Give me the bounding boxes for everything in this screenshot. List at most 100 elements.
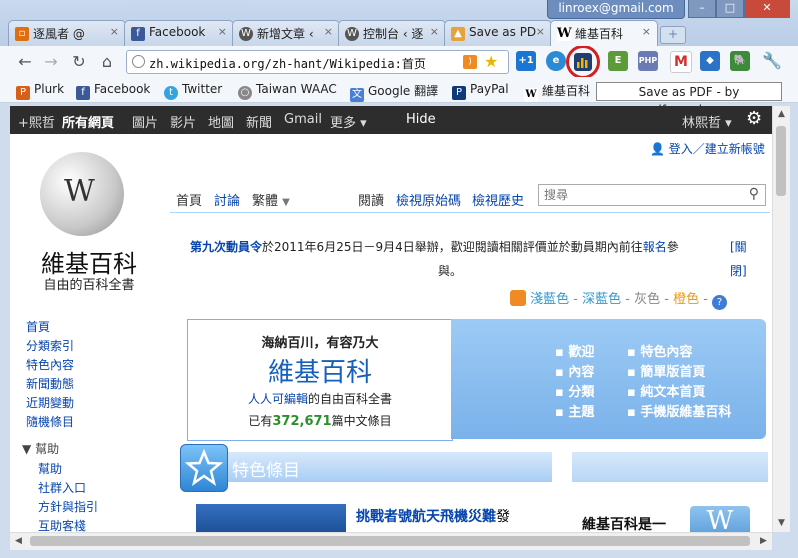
- skin-light-blue[interactable]: 淺藍色: [530, 292, 569, 307]
- search-icon[interactable]: ⚲: [749, 186, 759, 202]
- gbar-item-maps[interactable]: 地圖: [208, 112, 234, 131]
- close-window-button[interactable]: ✕: [744, 0, 790, 18]
- minimize-button[interactable]: –: [688, 0, 716, 18]
- vertical-scrollbar[interactable]: ▲ ▼: [772, 106, 790, 532]
- gbar-item-more[interactable]: 更多 ▾: [330, 112, 367, 131]
- sidebar-item-news[interactable]: 新聞動態: [26, 375, 74, 392]
- skin-dark-blue[interactable]: 深藍色: [582, 292, 621, 307]
- back-arrow-icon[interactable]: ←: [14, 51, 36, 73]
- bookmark-paypal[interactable]: P PayPal: [452, 82, 509, 100]
- gbar-item-web[interactable]: 所有網頁: [62, 112, 114, 131]
- portal-link-simple[interactable]: ▪ 簡單版首頁: [627, 361, 705, 380]
- gbar-item-profile[interactable]: +熙哲: [18, 112, 55, 131]
- portal-link-topics[interactable]: ▪ 主題: [555, 401, 594, 420]
- close-icon[interactable]: ×: [218, 25, 227, 38]
- bookmark-taiwan-waac[interactable]: ○ Taiwan WAAC: [238, 82, 337, 100]
- star-icon[interactable]: ★: [484, 52, 498, 71]
- tab-variant[interactable]: 繁體 ▼: [252, 190, 290, 209]
- sidebar-item-policies[interactable]: 方針與指引: [38, 498, 98, 515]
- portal-link-contents[interactable]: ▪ 內容: [555, 361, 594, 380]
- tab-5[interactable]: ▲ Save as PD ×: [444, 20, 552, 46]
- scroll-right-icon[interactable]: ▶: [756, 534, 771, 549]
- tab-history[interactable]: 檢視歷史: [472, 190, 524, 209]
- tab-view-source[interactable]: 檢視原始碼: [396, 190, 461, 209]
- sidebar-item-home[interactable]: 首頁: [26, 318, 50, 335]
- user-email-badge[interactable]: linroex@gmail.com: [547, 0, 685, 19]
- close-icon[interactable]: ×: [110, 25, 119, 38]
- wrench-icon[interactable]: 🔧: [762, 51, 782, 71]
- forward-arrow-icon[interactable]: →: [40, 51, 62, 73]
- hscroll-thumb[interactable]: [30, 536, 750, 546]
- evernote-clip-icon[interactable]: E: [608, 51, 628, 71]
- bookmark-twitter[interactable]: t Twitter: [164, 82, 222, 100]
- gbar-item-images[interactable]: 圖片: [132, 112, 158, 131]
- scroll-left-icon[interactable]: ◀: [11, 534, 26, 549]
- tab-read[interactable]: 閱讀: [358, 190, 384, 209]
- gmail-icon[interactable]: M: [670, 51, 692, 73]
- tab-2[interactable]: f Facebook ×: [124, 20, 234, 46]
- maximize-button[interactable]: □: [716, 0, 744, 18]
- search-box[interactable]: ⚲: [538, 184, 766, 206]
- sidebar-item-community[interactable]: 社群入口: [38, 479, 86, 496]
- gbar-item-news[interactable]: 新聞: [246, 112, 272, 131]
- new-tab-button[interactable]: +: [660, 26, 686, 44]
- portal-link-mobile[interactable]: ▪ 手機版維基百科: [627, 401, 731, 420]
- sidebar-item-help[interactable]: 幫助: [38, 460, 62, 477]
- close-icon[interactable]: ×: [642, 25, 651, 38]
- gear-icon[interactable]: ⚙: [746, 108, 762, 129]
- tab-1[interactable]: ▫ 逐風者 @ ×: [8, 20, 126, 46]
- internet-explorer-icon[interactable]: e: [546, 51, 566, 71]
- portal-link-featured[interactable]: ▪ 特色內容: [627, 341, 692, 360]
- notice-link-signup[interactable]: 報名: [643, 240, 667, 254]
- reload-icon[interactable]: ↻: [68, 51, 90, 73]
- gbar-item-videos[interactable]: 影片: [170, 112, 196, 131]
- bookmark-facebook[interactable]: f Facebook: [76, 82, 150, 100]
- skin-gray[interactable]: 灰色: [634, 292, 660, 307]
- close-icon[interactable]: ×: [430, 25, 439, 38]
- notice-close-link[interactable]: [關: [730, 238, 747, 255]
- plus1-extension-icon[interactable]: +1: [516, 51, 536, 71]
- scroll-down-icon[interactable]: ▼: [774, 516, 789, 531]
- php-icon[interactable]: PHP: [638, 51, 658, 71]
- horizontal-scrollbar[interactable]: ◀ ▶: [10, 532, 772, 550]
- portal-link-text-only[interactable]: ▪ 純文本首頁: [627, 381, 705, 400]
- address-bar[interactable]: zh.wikipedia.org/zh-hant/Wikipedia:首页 ) …: [126, 50, 509, 74]
- skin-orange[interactable]: 橙色: [673, 292, 699, 307]
- sidebar-item-categories[interactable]: 分類索引: [26, 337, 74, 354]
- featured-article-link[interactable]: 挑戰者號航天飛機災難: [356, 509, 496, 525]
- tab-4[interactable]: W 控制台 ‹ 逐 ×: [338, 20, 446, 46]
- home-icon[interactable]: ⌂: [96, 51, 118, 73]
- rss-icon[interactable]: ): [463, 55, 477, 69]
- rss-icon[interactable]: [510, 290, 526, 306]
- close-icon[interactable]: ×: [536, 25, 545, 38]
- scroll-up-icon[interactable]: ▲: [774, 107, 789, 122]
- help-icon[interactable]: ?: [712, 295, 728, 310]
- login-link[interactable]: 👤 登入／建立新帳號: [650, 140, 765, 157]
- portal-link-categories[interactable]: ▪ 分類: [555, 381, 594, 400]
- sidebar-item-village-pump[interactable]: 互助客棧: [38, 517, 86, 532]
- scroll-thumb[interactable]: [776, 126, 786, 196]
- anyone-can-edit-link[interactable]: 人人可編輯: [248, 392, 308, 406]
- wikipedia-globe-logo[interactable]: W: [40, 152, 124, 236]
- gbar-item-gmail[interactable]: Gmail: [284, 112, 322, 127]
- close-icon[interactable]: ×: [324, 25, 333, 38]
- help-section-toggle[interactable]: ▼ 幫助: [22, 440, 59, 457]
- tab-main-page[interactable]: 首頁: [176, 190, 202, 209]
- notice-link-mobilization[interactable]: 第九次動員令: [190, 240, 262, 254]
- tab-6-active[interactable]: W 維基百科 ×: [550, 20, 658, 46]
- bookmark-google-translate[interactable]: 文 Google 翻譯: [350, 82, 438, 102]
- search-input[interactable]: [542, 187, 736, 203]
- sidebar-item-random[interactable]: 隨機條目: [26, 413, 74, 430]
- dropbox-icon[interactable]: ◆: [700, 51, 720, 71]
- gbar-hide-link[interactable]: Hide: [406, 112, 436, 127]
- portal-link-welcome[interactable]: ▪ 歡迎: [555, 341, 594, 360]
- tab-talk[interactable]: 討論: [214, 190, 240, 209]
- bookmark-plurk[interactable]: P Plurk: [16, 82, 64, 100]
- sidebar-item-featured[interactable]: 特色內容: [26, 356, 74, 373]
- sidebar-item-recent-changes[interactable]: 近期變動: [26, 394, 74, 411]
- pdfcrowd-icon[interactable]: [574, 53, 592, 71]
- bookmark-wikipedia[interactable]: W 維基百科: [524, 82, 590, 102]
- gbar-user-menu[interactable]: 林熙哲 ▾: [682, 112, 732, 131]
- tab-3[interactable]: W 新增文章 ‹ ×: [232, 20, 340, 46]
- evernote-icon[interactable]: 🐘: [730, 51, 750, 71]
